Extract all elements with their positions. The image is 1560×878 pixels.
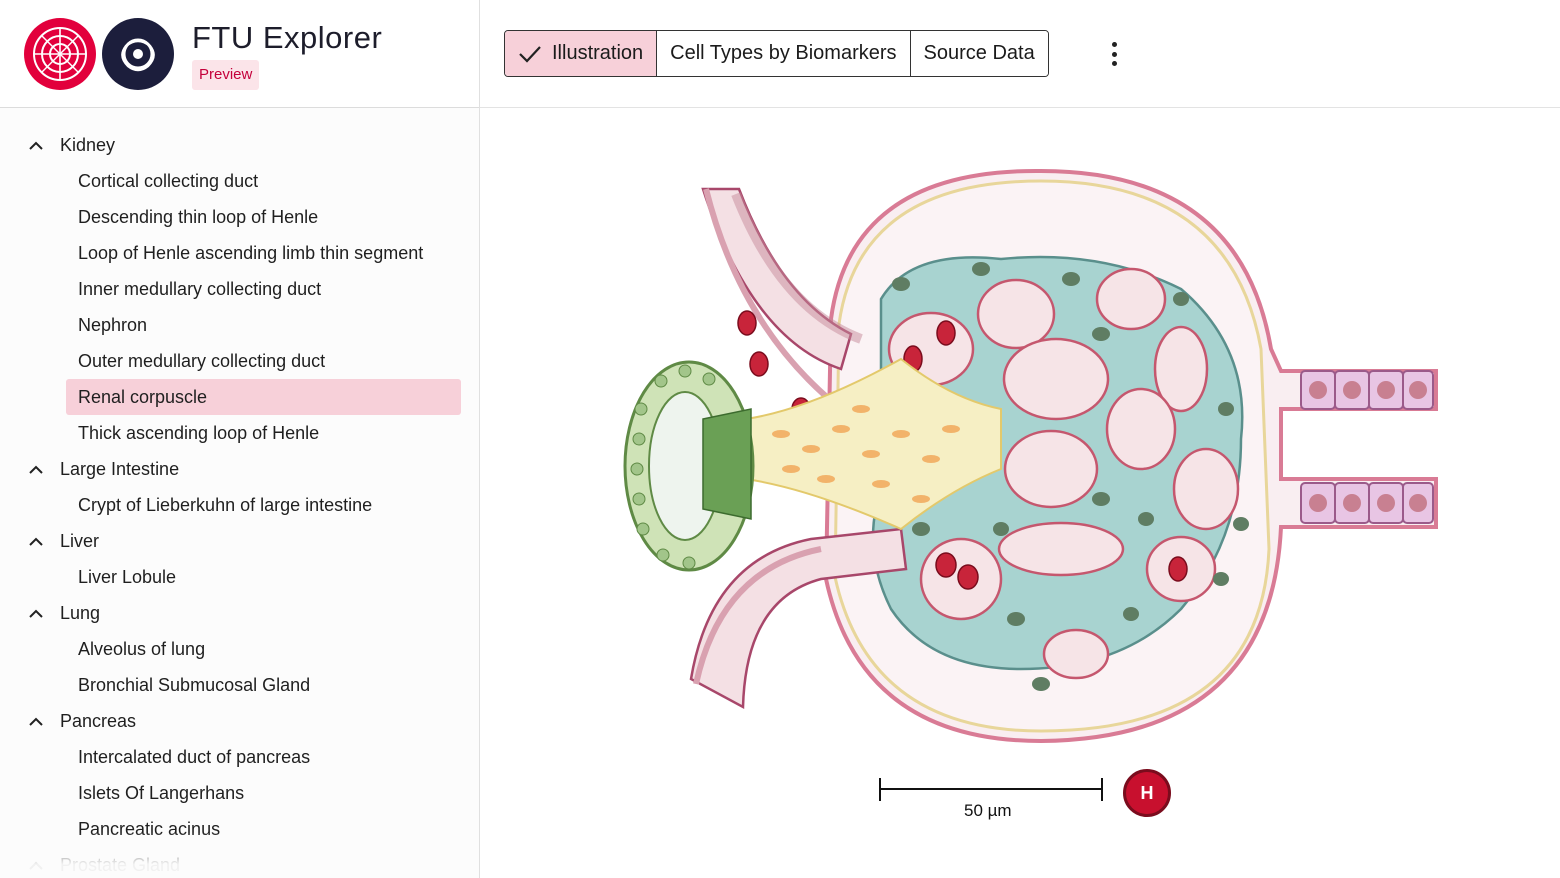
scale-bar-label: 50 µm [964, 801, 1012, 820]
tree-group-label: Lung [60, 603, 101, 623]
tree-group-label: Kidney [60, 135, 116, 155]
tree-item-label: Outer medullary collecting duct [78, 351, 326, 371]
tree-item[interactable]: Descending thin loop of Henle [0, 199, 479, 235]
tree-item-label: Inner medullary collecting duct [78, 279, 322, 299]
illustration-canvas[interactable]: 50 µm H [481, 109, 1560, 878]
tree-item-label: Liver Lobule [78, 567, 177, 587]
preview-badge: Preview [192, 60, 260, 90]
tree-item-label: Nephron [78, 315, 148, 335]
view-tabs: Illustration Cell Types by Biomarkers So… [504, 30, 1049, 77]
tree-item-label: Alveolus of lung [78, 639, 206, 659]
tree-item[interactable]: Intercalated duct of pancreas [0, 739, 479, 775]
tree-item[interactable]: Liver Lobule [0, 559, 479, 595]
ftu-tree: Kidney Cortical collecting duct Descending… [0, 127, 479, 878]
tree-item[interactable]: Cortical collecting duct [0, 163, 479, 199]
tab-cell-types[interactable]: Cell Types by Biomarkers [657, 31, 911, 76]
tree-item-label: Intercalated duct of pancreas [78, 747, 311, 767]
tree-item-label: Crypt of Lieberkuhn of large intestine [78, 495, 373, 515]
tree-item[interactable]: Nephron [0, 307, 479, 343]
tree-item[interactable]: Loop of Henle ascending limb thin segmen… [0, 235, 479, 271]
tree-group-label: Large Intestine [60, 459, 180, 479]
check-icon [519, 45, 541, 63]
app-title: FTU Explorer [192, 20, 383, 55]
ftu-logo-icon[interactable] [102, 18, 174, 90]
tab-illustration[interactable]: Illustration [505, 31, 658, 76]
renal-corpuscle-illustration [623, 168, 1438, 801]
tree-item-label: Pancreatic acinus [78, 819, 221, 839]
tree-item-label: Bronchial Submucosal Gland [78, 675, 311, 695]
tree-group[interactable]: Large Intestine [0, 451, 479, 487]
tab-illustration-label: Illustration [552, 42, 644, 64]
hra-badge-icon[interactable]: H [1123, 769, 1171, 817]
tree-item-label: Cortical collecting duct [78, 171, 259, 191]
toolbar: Illustration Cell Types by Biomarkers So… [480, 0, 1560, 108]
tab-cell-types-label: Cell Types by Biomarkers [670, 42, 897, 64]
tree-item[interactable]: Crypt of Lieberkuhn of large intestine [0, 487, 479, 523]
tree-item[interactable]: Alveolus of lung [0, 631, 479, 667]
app-header: FTU Explorer Preview [0, 0, 479, 108]
tree-group[interactable]: Lung [0, 595, 479, 631]
chevron-up-icon[interactable] [27, 605, 45, 623]
tree-group[interactable]: Prostate Gland [0, 847, 479, 878]
hra-logo-icon[interactable] [24, 18, 96, 90]
tree-group[interactable]: Kidney [0, 127, 479, 163]
sidebar: FTU Explorer Preview Kidney Cortical coll… [0, 0, 480, 878]
tree-item-label: Descending thin loop of Henle [78, 207, 319, 227]
chevron-up-icon[interactable] [27, 713, 45, 731]
more-vert-icon[interactable] [1102, 38, 1126, 70]
tree-item[interactable]: Outer medullary collecting duct [0, 343, 479, 379]
chevron-up-icon[interactable] [27, 461, 45, 479]
tree-group-label: Liver [60, 531, 100, 551]
chevron-up-icon[interactable] [27, 137, 45, 155]
tree-item[interactable]: Pancreatic acinus [0, 811, 479, 847]
tree-item-label: Loop of Henle ascending limb thin segmen… [78, 243, 424, 263]
chevron-up-icon[interactable] [27, 857, 45, 875]
tree-item[interactable]: Islets Of Langerhans [0, 775, 479, 811]
tree-group[interactable]: Pancreas [0, 703, 479, 739]
tree-item[interactable]: Thick ascending loop of Henle [0, 415, 479, 451]
tree-group[interactable]: Liver [0, 523, 479, 559]
tree-group-label: Prostate Gland [60, 855, 181, 875]
tab-source-data[interactable]: Source Data [910, 31, 1048, 76]
tree-group-label: Pancreas [60, 711, 137, 731]
tree-item[interactable]: Inner medullary collecting duct [0, 271, 479, 307]
tab-source-data-label: Source Data [923, 42, 1035, 64]
chevron-up-icon[interactable] [27, 533, 45, 551]
tree-item-label: Thick ascending loop of Henle [78, 423, 320, 443]
tree-item[interactable]: Renal corpuscle [0, 379, 479, 415]
tree-item-label: Islets Of Langerhans [78, 783, 245, 803]
tree-item[interactable]: Bronchial Submucosal Gland [0, 667, 479, 703]
tree-item-label: Renal corpuscle [78, 387, 208, 407]
